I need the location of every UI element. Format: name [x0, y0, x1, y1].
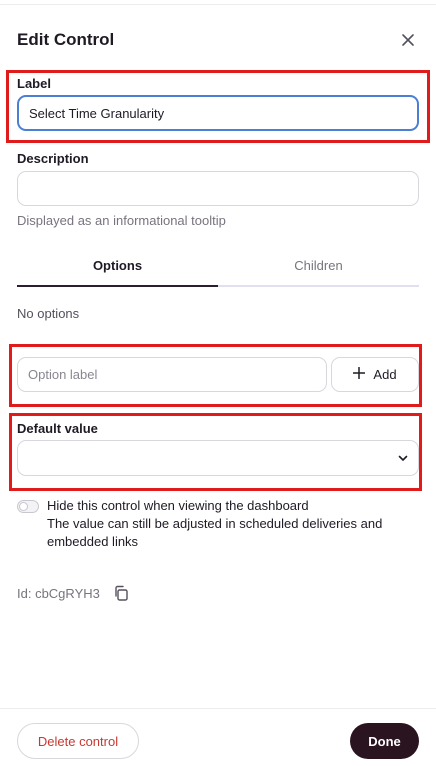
dialog-header: Edit Control — [17, 28, 419, 52]
control-id-text: Id: cbCgRYH3 — [17, 585, 100, 601]
label-field-label: Label — [17, 76, 51, 91]
footer-divider — [0, 708, 436, 709]
description-hint: Displayed as an informational tooltip — [17, 213, 226, 228]
hide-control-toggle[interactable] — [17, 500, 39, 513]
hide-control-label: Hide this control when viewing the dashb… — [47, 498, 309, 513]
add-button-label: Add — [373, 367, 397, 382]
description-input[interactable] — [17, 171, 419, 206]
hide-control-subtext: The value can still be adjusted in sched… — [47, 516, 383, 549]
copy-icon[interactable] — [112, 584, 130, 602]
tab-children[interactable]: Children — [218, 252, 419, 287]
top-divider — [0, 4, 436, 5]
plus-icon — [353, 366, 366, 382]
close-icon[interactable] — [397, 29, 419, 51]
default-value-select[interactable] — [17, 440, 419, 476]
tab-options[interactable]: Options — [17, 252, 218, 287]
control-id-row: Id: cbCgRYH3 — [17, 584, 130, 602]
add-option-button[interactable]: Add — [331, 357, 419, 392]
description-field-label: Description — [17, 151, 89, 166]
default-value-label: Default value — [17, 421, 98, 436]
option-label-input[interactable] — [17, 357, 327, 392]
dialog-title: Edit Control — [17, 30, 115, 49]
hide-control-row: Hide this control when viewing the dashb… — [17, 497, 419, 551]
tab-bar: Options Children — [17, 252, 419, 287]
chevron-down-icon — [398, 449, 408, 467]
no-options-text: No options — [17, 306, 80, 321]
label-input[interactable] — [17, 95, 419, 131]
hide-control-text-block: Hide this control when viewing the dashb… — [47, 497, 419, 551]
done-button[interactable]: Done — [350, 723, 419, 759]
delete-control-button[interactable]: Delete control — [17, 723, 139, 759]
